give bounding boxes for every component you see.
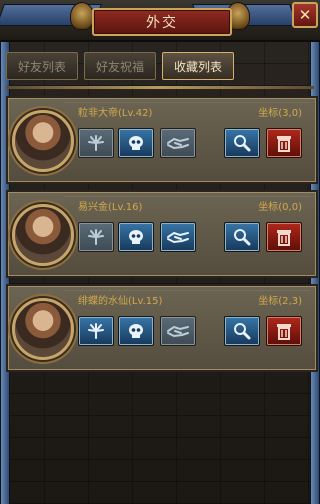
player-card: 粒非大帝(Lv.42) 坐标(3,0) <box>6 96 318 184</box>
magnifier-icon <box>234 135 251 152</box>
player-card: 绯蝶的水仙(Lv.15) 坐标(2,3) <box>6 284 318 372</box>
handshake-icon <box>167 231 189 244</box>
send-flower-button[interactable] <box>78 128 114 158</box>
locate-button[interactable] <box>224 128 260 158</box>
flower-icon <box>88 323 104 339</box>
magnifier-icon <box>234 229 251 246</box>
magnifier-icon <box>234 323 251 340</box>
tab-favorites[interactable]: 收藏列表 <box>162 52 234 80</box>
delete-button[interactable] <box>266 128 302 158</box>
player-coords: 坐标(3,0) <box>258 108 302 119</box>
handshake-icon <box>167 325 189 338</box>
locate-button[interactable] <box>224 222 260 252</box>
player-name: 粒非大帝(Lv.42) <box>78 108 153 119</box>
trash-icon <box>277 324 291 340</box>
header-bar: 外交 ✕ <box>0 0 320 42</box>
player-name: 绯蝶的水仙(Lv.15) <box>78 296 163 307</box>
alliance-button[interactable] <box>160 316 196 346</box>
tab-friend-blessing[interactable]: 好友祝福 <box>84 52 156 80</box>
alliance-button[interactable] <box>160 128 196 158</box>
trash-icon <box>277 136 291 152</box>
skull-icon <box>129 324 143 338</box>
player-name: 易兴金(Lv.16) <box>78 202 143 213</box>
attack-button[interactable] <box>118 316 154 346</box>
flower-icon <box>88 229 104 245</box>
tab-friend-list[interactable]: 好友列表 <box>6 52 78 80</box>
handshake-icon <box>167 137 189 150</box>
send-flower-button[interactable] <box>78 316 114 346</box>
flower-icon <box>88 135 104 151</box>
locate-button[interactable] <box>224 316 260 346</box>
close-button[interactable]: ✕ <box>292 2 318 28</box>
delete-button[interactable] <box>266 316 302 346</box>
player-coords: 坐标(2,3) <box>258 296 302 307</box>
avatar[interactable] <box>12 110 74 172</box>
attack-button[interactable] <box>118 128 154 158</box>
skull-icon <box>129 230 143 244</box>
avatar[interactable] <box>12 298 74 360</box>
player-coords: 坐标(0,0) <box>258 202 302 213</box>
alliance-button[interactable] <box>160 222 196 252</box>
delete-button[interactable] <box>266 222 302 252</box>
send-flower-button[interactable] <box>78 222 114 252</box>
trash-icon <box>277 230 291 246</box>
lion-ornament-icon <box>70 2 94 30</box>
tab-divider <box>6 86 314 89</box>
skull-icon <box>129 136 143 150</box>
attack-button[interactable] <box>118 222 154 252</box>
close-icon: ✕ <box>298 5 312 24</box>
tab-bar: 好友列表 好友祝福 收藏列表 <box>6 52 234 80</box>
page-title: 外交 <box>92 8 232 36</box>
avatar[interactable] <box>12 204 74 266</box>
player-card: 易兴金(Lv.16) 坐标(0,0) <box>6 190 318 278</box>
